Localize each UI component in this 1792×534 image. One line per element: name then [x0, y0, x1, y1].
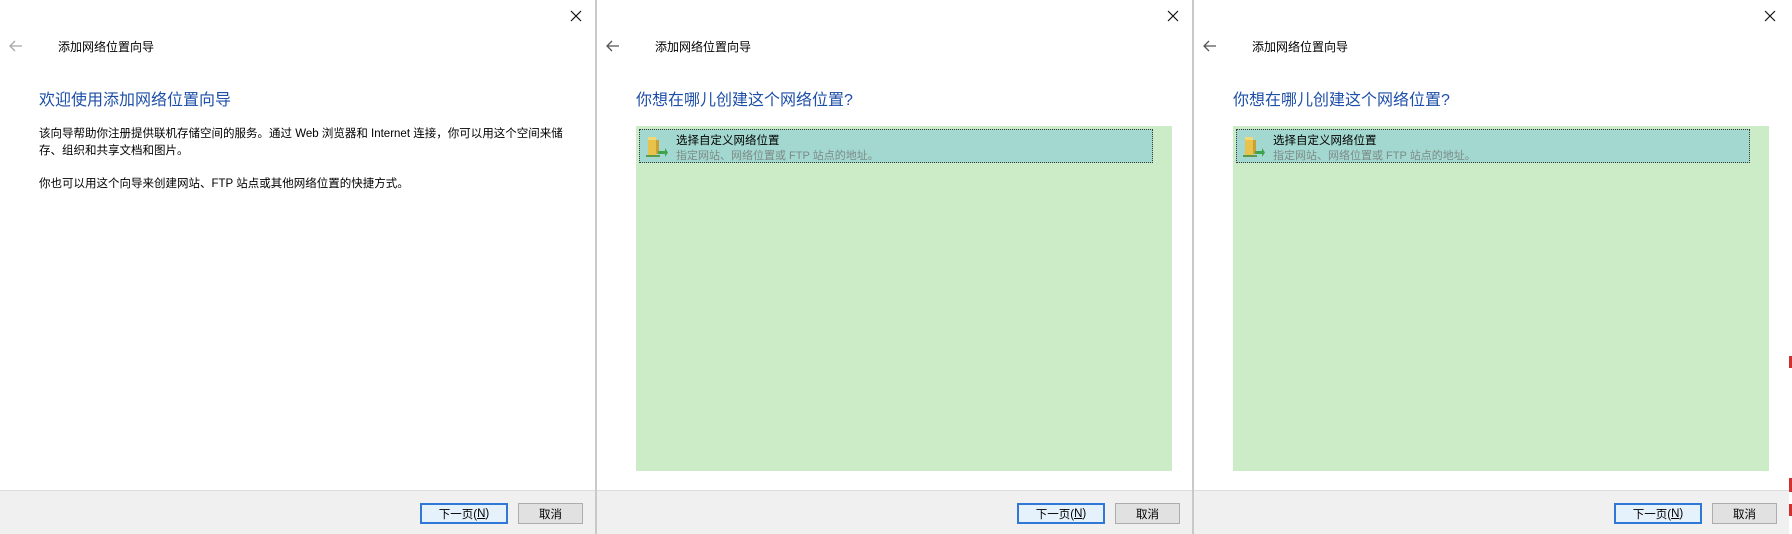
next-button-mnemonic: N	[477, 507, 486, 520]
next-button[interactable]: 下一页(N)	[420, 503, 508, 524]
next-button-mnemonic: N	[1671, 507, 1680, 520]
cancel-button[interactable]: 取消	[1712, 503, 1777, 524]
button-bar: 下一页(N) 取消	[1194, 490, 1789, 534]
close-button[interactable]	[1160, 4, 1186, 28]
list-item-title: 选择自定义网络位置	[676, 135, 780, 147]
back-button[interactable]	[603, 36, 623, 56]
next-button-label: 下一页(	[1035, 508, 1075, 521]
screenshot-stage: 添加网络位置向导 欢迎使用添加网络位置向导 该向导帮助你注册提供联机存储空间的服…	[0, 0, 1792, 534]
back-arrow-icon	[9, 40, 22, 52]
page-heading: 你想在哪儿创建这个网络位置?	[1233, 92, 1450, 109]
list-item-description: 指定网站、网络位置或 FTP 站点的地址。	[676, 150, 879, 162]
next-button[interactable]: 下一页(N)	[1614, 503, 1702, 524]
window-title: 添加网络位置向导	[58, 40, 155, 54]
wizard-window-location: 添加网络位置向导 你想在哪儿创建这个网络位置? 选择自定义网络位置 指定网站、网…	[597, 0, 1192, 534]
back-button[interactable]	[6, 36, 26, 56]
back-button[interactable]	[1200, 36, 1220, 56]
back-arrow-icon	[606, 40, 619, 52]
button-bar: 下一页(N) 取消	[0, 490, 595, 534]
location-list: 选择自定义网络位置 指定网站、网络位置或 FTP 站点的地址。	[1233, 126, 1769, 471]
wizard-window-location-copy: 添加网络位置向导 你想在哪儿创建这个网络位置? 选择自定义网络位置 指定网站、网…	[1194, 0, 1789, 534]
next-button-label: 下一页(	[1632, 508, 1672, 521]
shortcut-paragraph: 你也可以用这个向导来创建网站、FTP 站点或其他网络位置的快捷方式。	[39, 178, 409, 190]
close-icon	[1764, 10, 1776, 22]
list-item-custom-location[interactable]: 选择自定义网络位置 指定网站、网络位置或 FTP 站点的地址。	[1236, 129, 1750, 163]
next-button-label: 下一页(	[438, 508, 478, 521]
list-item-custom-location[interactable]: 选择自定义网络位置 指定网站、网络位置或 FTP 站点的地址。	[639, 129, 1153, 163]
cancel-button[interactable]: 取消	[1115, 503, 1180, 524]
close-icon	[570, 10, 582, 22]
close-icon	[1167, 10, 1179, 22]
list-item-title: 选择自定义网络位置	[1273, 135, 1377, 147]
close-button[interactable]	[1757, 4, 1783, 28]
next-button[interactable]: 下一页(N)	[1017, 503, 1105, 524]
folder-network-icon	[1243, 137, 1265, 157]
close-button[interactable]	[563, 4, 589, 28]
location-list: 选择自定义网络位置 指定网站、网络位置或 FTP 站点的地址。	[636, 126, 1172, 471]
next-button-label-end: )	[1082, 507, 1087, 520]
window-title: 添加网络位置向导	[655, 40, 752, 54]
wizard-window-welcome: 添加网络位置向导 欢迎使用添加网络位置向导 该向导帮助你注册提供联机存储空间的服…	[0, 0, 595, 534]
next-button-mnemonic: N	[1074, 507, 1083, 520]
page-heading: 你想在哪儿创建这个网络位置?	[636, 92, 853, 109]
next-button-label-end: )	[485, 507, 490, 520]
folder-network-icon	[646, 137, 668, 157]
back-arrow-icon	[1203, 40, 1216, 52]
button-bar: 下一页(N) 取消	[597, 490, 1192, 534]
list-item-description: 指定网站、网络位置或 FTP 站点的地址。	[1273, 150, 1476, 162]
page-heading: 欢迎使用添加网络位置向导	[39, 92, 232, 109]
next-button-label-end: )	[1679, 507, 1684, 520]
window-title: 添加网络位置向导	[1252, 40, 1349, 54]
intro-paragraph: 该向导帮助你注册提供联机存储空间的服务。通过 Web 浏览器和 Internet…	[39, 128, 563, 157]
cancel-button[interactable]: 取消	[518, 503, 583, 524]
